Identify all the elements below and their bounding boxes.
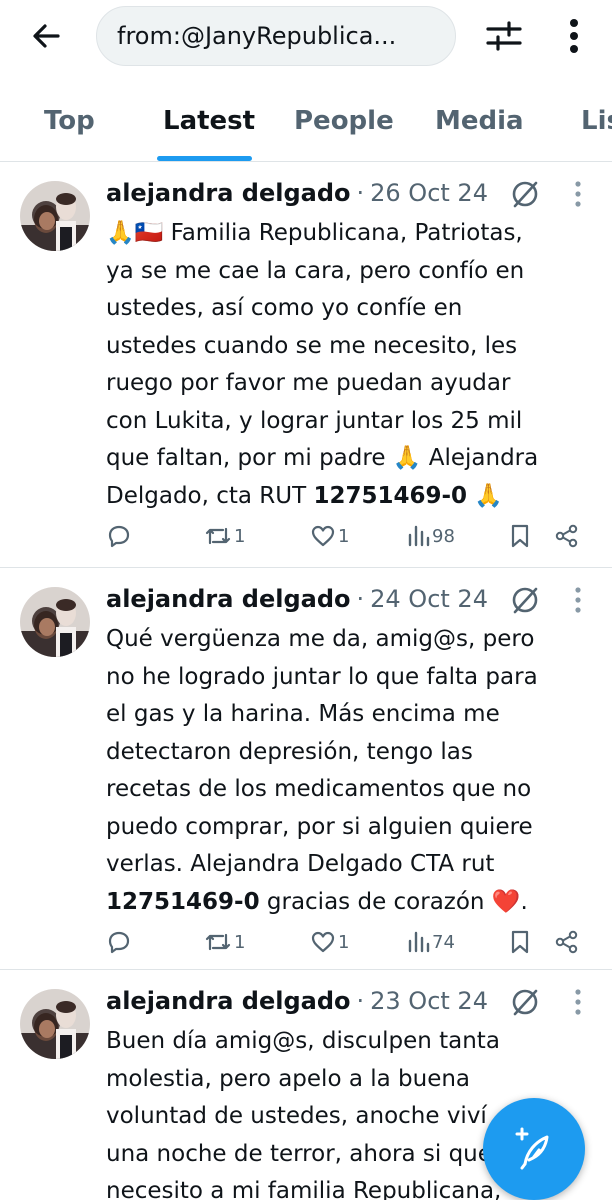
tweet-text-line: no he logrado juntar lo que falta para: [106, 663, 538, 690]
account-number: 12751469-0: [106, 888, 260, 915]
header-separator: ·: [356, 179, 365, 207]
share-button[interactable]: [554, 922, 580, 962]
repost-count: 1: [234, 525, 246, 547]
tab-latest[interactable]: Latest: [163, 106, 255, 136]
author-name[interactable]: alejandra delgado: [106, 585, 351, 613]
no-sign-icon: [512, 181, 538, 208]
tweet-text-line: ustedes cuando se me necesito, les: [106, 332, 518, 359]
tweet-text-line: 🙏🇨🇱 Familia Republicana, Patriotas,: [106, 220, 523, 246]
avatar[interactable]: [20, 989, 90, 1059]
repost-button[interactable]: 1: [204, 922, 245, 962]
tab-lists[interactable]: Lis: [581, 106, 612, 136]
share-nodes-icon: [555, 930, 578, 954]
tweet-text-segment: 🙏: [467, 482, 504, 509]
avatar[interactable]: [20, 181, 90, 251]
feather-plus-icon: [515, 1127, 549, 1170]
back-button[interactable]: [26, 16, 66, 56]
sliders-icon: [486, 21, 522, 51]
like-count: 1: [338, 525, 350, 547]
bookmark-button[interactable]: [508, 922, 532, 962]
speech-bubble-icon: [108, 525, 130, 548]
reply-button[interactable]: [106, 516, 132, 556]
bar-chart-icon: [408, 525, 430, 547]
tweet-actions: 1 1 74: [0, 922, 612, 962]
bookmark-icon: [511, 930, 529, 954]
no-sign-icon: [512, 587, 538, 614]
tweet-more-icon[interactable]: [566, 987, 590, 1017]
tweet-text-line: Delgado, cta RUT 12751469-0 🙏: [106, 478, 596, 516]
tab-people[interactable]: People: [294, 106, 394, 136]
tweet-header: alejandra delgado · 24 Oct 24: [106, 579, 488, 619]
bar-chart-icon: [408, 931, 430, 953]
tweet-text: Qué vergüenza me da, amig@s, pero no he …: [106, 621, 596, 921]
tweet-text-line: ya se me cae la cara, pero confío en: [106, 257, 525, 284]
bookmark-icon: [511, 524, 529, 548]
no-sign-icon: [512, 989, 538, 1016]
tweet-header: alejandra delgado · 26 Oct 24: [106, 173, 488, 213]
tweet-date[interactable]: 23 Oct 24: [370, 987, 488, 1015]
tweet-text-line: Buen día amig@s, disculpen tanta: [106, 1028, 500, 1054]
tweet-text-line: ruego por favor me puedan ayudar: [106, 370, 511, 396]
arrow-left-icon: [33, 24, 60, 48]
reply-button[interactable]: [106, 922, 132, 962]
tweet-text-line: molestia, pero apelo a la buena: [106, 1065, 471, 1092]
vertical-dots-icon: [570, 19, 578, 53]
tweet-text-line: Qué vergüenza me da, amig@s, pero: [106, 626, 535, 652]
active-tab-indicator: [157, 156, 252, 161]
author-name[interactable]: alejandra delgado: [106, 179, 351, 207]
search-input[interactable]: from:@JanyRepublica...: [96, 6, 456, 66]
avatar[interactable]: [20, 587, 90, 657]
tab-media[interactable]: Media: [435, 106, 524, 136]
tweet-actions: 1 1 98: [0, 516, 612, 556]
tweet-text-line: ustedes, así como yo confíe en: [106, 295, 463, 321]
more-options-button[interactable]: [556, 14, 592, 58]
tweet-date[interactable]: 26 Oct 24: [370, 179, 488, 207]
tweet-text-line: que faltan, por mi padre 🙏 Alejandra: [106, 445, 539, 471]
search-query-text: from:@JanyRepublica...: [117, 22, 397, 50]
views-count: 98: [432, 525, 455, 547]
views-count: 74: [432, 931, 455, 953]
like-button[interactable]: 1: [310, 922, 349, 962]
tweet-text-line: con Lukita, y lograr juntar los 25 mil: [106, 407, 523, 434]
search-tabs: Top Latest People Media Lis: [0, 92, 612, 162]
tweet-text-line: recetas de los medicamentos que no: [106, 776, 532, 802]
views-button[interactable]: 74: [406, 922, 455, 962]
tweet-text-line: el gas y la harina. Más encima me: [106, 701, 500, 727]
like-button[interactable]: 1: [310, 516, 349, 556]
speech-bubble-icon: [108, 931, 130, 954]
tweet-text-segment: gracias de corazón ❤️.: [259, 888, 528, 915]
tab-top[interactable]: Top: [44, 106, 95, 136]
tweet[interactable]: alejandra delgado · 24 Oct 24 Qué vergüe…: [0, 569, 612, 970]
share-button[interactable]: [554, 516, 580, 556]
tweet-text-line: puedo comprar, por si alguien quiere: [106, 813, 533, 840]
filter-button[interactable]: [482, 16, 526, 56]
repost-button[interactable]: 1: [204, 516, 245, 556]
tweet-text-segment: Delgado, cta RUT: [106, 482, 314, 509]
tweet-text: 🙏🇨🇱 Familia Republicana, Patriotas, ya s…: [106, 215, 596, 515]
heart-icon: [311, 931, 335, 953]
like-count: 1: [338, 931, 350, 953]
tweet-more-icon[interactable]: [566, 585, 590, 615]
repost-arrows-icon: [205, 527, 231, 545]
compose-post-button[interactable]: [483, 1098, 585, 1200]
tweet-text-line: detectaron depresión, tengo las: [106, 738, 473, 765]
repost-arrows-icon: [205, 933, 231, 951]
heart-icon: [311, 525, 335, 547]
repost-count: 1: [234, 931, 246, 953]
views-button[interactable]: 98: [406, 516, 455, 556]
search-header: from:@JanyRepublica...: [0, 0, 612, 72]
bookmark-button[interactable]: [508, 516, 532, 556]
header-separator: ·: [356, 987, 365, 1015]
tweet-text-line: verlas. Alejandra Delgado CTA rut: [106, 851, 495, 877]
header-separator: ·: [356, 585, 365, 613]
account-number: 12751469-0: [313, 482, 468, 509]
tweet-header: alejandra delgado · 23 Oct 24: [106, 981, 488, 1021]
tweet-text-line: 12751469-0 gracias de corazón ❤️.: [106, 884, 596, 922]
tweet[interactable]: alejandra delgado · 26 Oct 24 🙏🇨🇱 Famili…: [0, 163, 612, 568]
tweet-more-icon[interactable]: [566, 179, 590, 209]
share-nodes-icon: [555, 524, 578, 548]
tweet-date[interactable]: 24 Oct 24: [370, 585, 488, 613]
author-name[interactable]: alejandra delgado: [106, 987, 351, 1015]
